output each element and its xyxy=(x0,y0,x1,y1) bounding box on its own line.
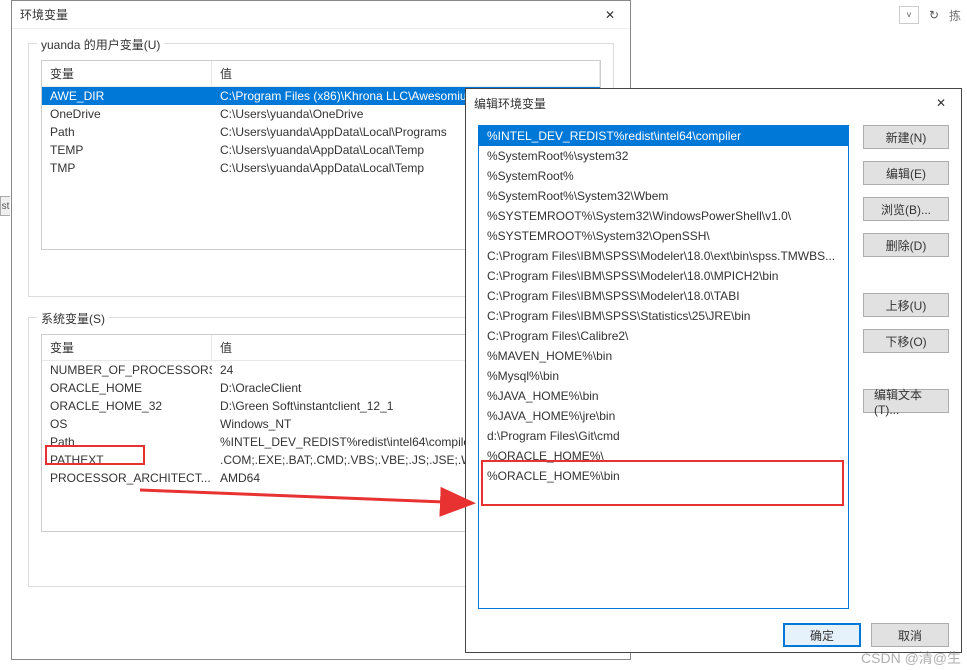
list-item[interactable]: %SYSTEMROOT%\System32\OpenSSH\ xyxy=(479,226,848,246)
close-icon[interactable]: ✕ xyxy=(598,5,622,25)
list-item[interactable]: %INTEL_DEV_REDIST%redist\intel64\compile… xyxy=(479,126,848,146)
table-header: 变量 值 xyxy=(42,61,600,87)
close-icon[interactable]: ✕ xyxy=(929,93,953,113)
list-item[interactable]: %Mysql%\bin xyxy=(479,366,848,386)
list-item[interactable]: %ORACLE_HOME%\bin xyxy=(479,466,848,486)
move-up-button[interactable]: 上移(U) xyxy=(863,293,949,317)
var-name: PROCESSOR_ARCHITECT... xyxy=(42,469,212,487)
edit-text-button[interactable]: 编辑文本(T)... xyxy=(863,389,949,413)
list-item[interactable]: %SYSTEMROOT%\System32\WindowsPowerShell\… xyxy=(479,206,848,226)
edit-dialog-side-buttons: 新建(N) 编辑(E) 浏览(B)... 删除(D) 上移(U) 下移(O) 编… xyxy=(863,125,949,609)
edit-dialog-titlebar: 编辑环境变量 ✕ xyxy=(466,89,961,117)
edit-dialog-title: 编辑环境变量 xyxy=(474,95,929,112)
ok-button[interactable]: 确定 xyxy=(783,623,861,647)
var-name: ORACLE_HOME xyxy=(42,379,212,397)
list-item[interactable]: C:\Program Files\IBM\SPSS\Modeler\18.0\e… xyxy=(479,246,848,266)
var-name: TEMP xyxy=(42,141,212,159)
list-item[interactable]: %ORACLE_HOME%\ xyxy=(479,446,848,466)
toolbar-char: 拣 xyxy=(949,7,961,24)
dropdown-arrow-icon[interactable]: ˅ xyxy=(899,6,919,24)
col-value[interactable]: 值 xyxy=(212,61,600,86)
var-name: Path xyxy=(42,123,212,141)
refresh-icon[interactable]: ↻ xyxy=(925,6,943,24)
list-item[interactable]: %JAVA_HOME%\jre\bin xyxy=(479,406,848,426)
list-item[interactable]: %JAVA_HOME%\bin xyxy=(479,386,848,406)
list-item[interactable]: C:\Program Files\IBM\SPSS\Statistics\25\… xyxy=(479,306,848,326)
var-name: OS xyxy=(42,415,212,433)
env-dialog-title: 环境变量 xyxy=(20,6,598,23)
list-item[interactable]: C:\Program Files\Calibre2\ xyxy=(479,326,848,346)
list-item[interactable]: %SystemRoot% xyxy=(479,166,848,186)
path-entries-list[interactable]: %INTEL_DEV_REDIST%redist\intel64\compile… xyxy=(478,125,849,609)
edit-env-var-dialog: 编辑环境变量 ✕ %INTEL_DEV_REDIST%redist\intel6… xyxy=(465,88,962,653)
left-edge-fragment: st xyxy=(0,196,10,216)
col-variable[interactable]: 变量 xyxy=(42,61,212,86)
list-item[interactable]: C:\Program Files\IBM\SPSS\Modeler\18.0\M… xyxy=(479,266,848,286)
var-name: ORACLE_HOME_32 xyxy=(42,397,212,415)
var-name: TMP xyxy=(42,159,212,177)
list-item[interactable]: d:\Program Files\Git\cmd xyxy=(479,426,848,446)
var-name: OneDrive xyxy=(42,105,212,123)
list-item[interactable]: %SystemRoot%\system32 xyxy=(479,146,848,166)
browse-button[interactable]: 浏览(B)... xyxy=(863,197,949,221)
delete-entry-button[interactable]: 删除(D) xyxy=(863,233,949,257)
system-vars-title: 系统变量(S) xyxy=(37,310,109,327)
var-name: NUMBER_OF_PROCESSORS xyxy=(42,361,212,379)
edit-dialog-footer: 确定 取消 xyxy=(466,617,961,657)
user-vars-title: yuanda 的用户变量(U) xyxy=(37,36,164,53)
env-dialog-titlebar: 环境变量 ✕ xyxy=(12,1,630,29)
list-item[interactable]: %MAVEN_HOME%\bin xyxy=(479,346,848,366)
edit-entry-button[interactable]: 编辑(E) xyxy=(863,161,949,185)
col-variable[interactable]: 变量 xyxy=(42,335,212,360)
var-name: Path xyxy=(42,433,212,451)
move-down-button[interactable]: 下移(O) xyxy=(863,329,949,353)
explorer-top-strip: ˅ ↻ 拣 xyxy=(899,6,961,24)
new-entry-button[interactable]: 新建(N) xyxy=(863,125,949,149)
list-item[interactable]: C:\Program Files\IBM\SPSS\Modeler\18.0\T… xyxy=(479,286,848,306)
list-item[interactable]: %SystemRoot%\System32\Wbem xyxy=(479,186,848,206)
var-name: AWE_DIR xyxy=(42,87,212,105)
var-name: PATHEXT xyxy=(42,451,212,469)
cancel-button[interactable]: 取消 xyxy=(871,623,949,647)
